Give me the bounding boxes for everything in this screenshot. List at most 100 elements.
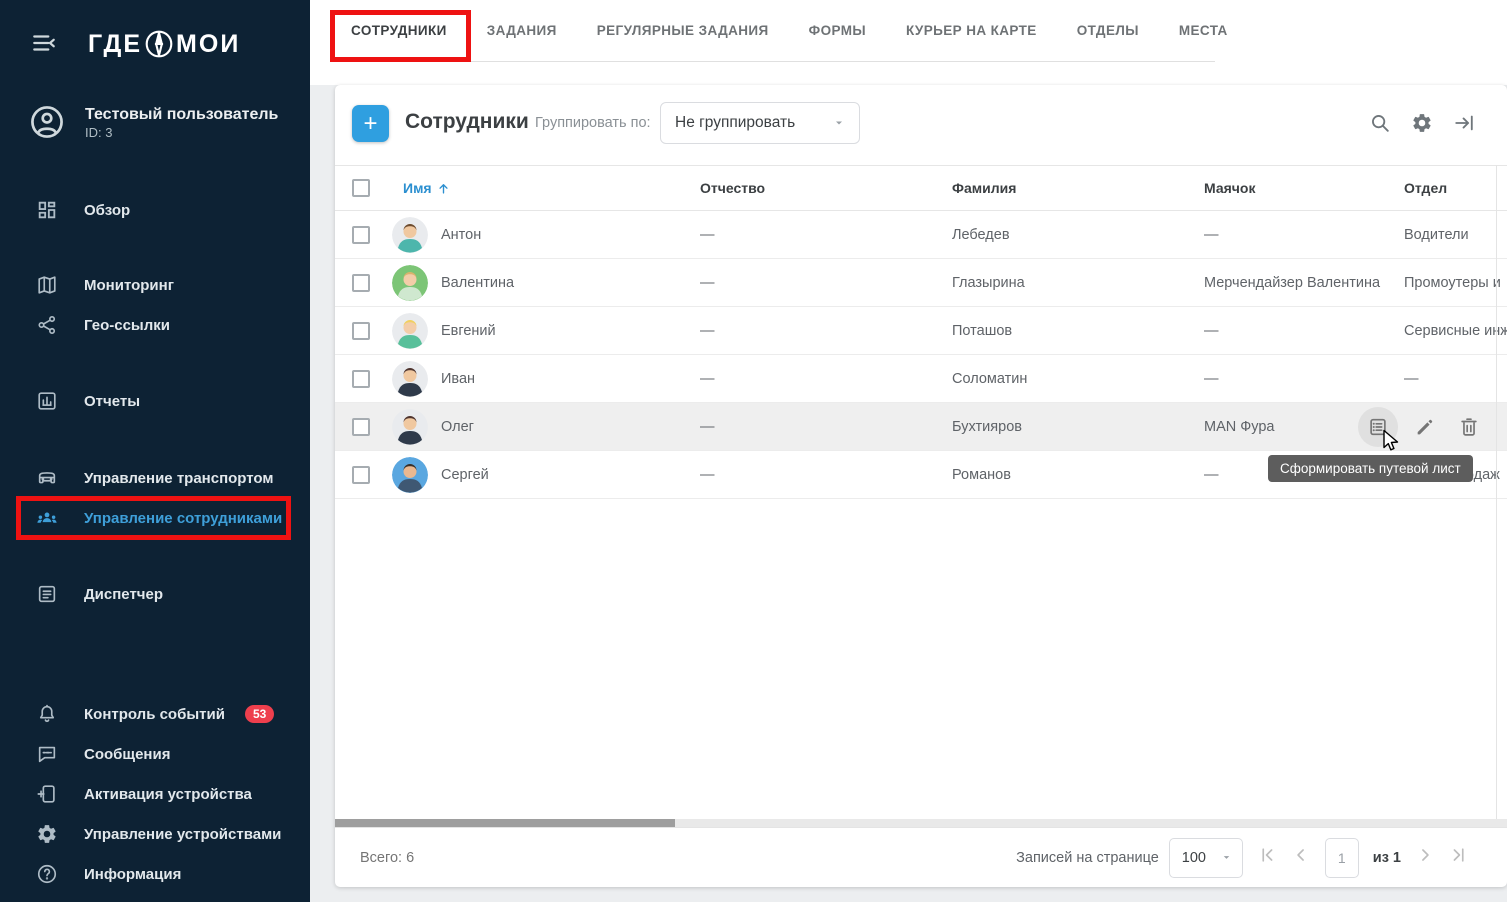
sidebar-item-icon — [36, 274, 58, 296]
sidebar-item[interactable]: Отчеты — [0, 381, 310, 421]
add-employee-button[interactable]: + — [352, 105, 389, 142]
table-header: Имя Отчество Фамилия Маячок Отдел — [335, 165, 1507, 211]
collapse-panel-icon[interactable] — [1453, 112, 1475, 134]
employee-patronymic: — — [700, 371, 952, 387]
sidebar-item-label: Обзор — [84, 202, 130, 219]
scrollbar-thumb[interactable] — [335, 819, 675, 827]
sidebar-item-icon — [36, 390, 58, 412]
sidebar-item-icon — [36, 743, 58, 765]
search-icon[interactable] — [1369, 112, 1391, 134]
pinned-column-divider — [1496, 165, 1497, 820]
next-page-button[interactable] — [1415, 845, 1435, 870]
row-checkbox[interactable] — [352, 274, 370, 292]
user-block[interactable]: Тестовый пользователь ID: 3 — [28, 103, 278, 141]
edit-button[interactable] — [1414, 416, 1436, 438]
logo-text-left: ГДЕ — [88, 30, 142, 59]
employee-avatar — [392, 265, 428, 301]
brand-logo: ГДЕ МОИ — [88, 26, 240, 62]
previous-page-button[interactable] — [1291, 845, 1311, 870]
table-row[interactable]: Иван — Соломатин — — — [335, 355, 1507, 403]
sidebar-item[interactable]: Сообщения — [0, 734, 310, 774]
sidebar-item-label: Сообщения — [84, 746, 170, 763]
sidebar-item[interactable]: Информация — [0, 854, 310, 894]
sidebar-item[interactable]: Мониторинг — [0, 265, 310, 305]
menu-collapse-icon[interactable] — [31, 30, 57, 56]
sort-ascending-icon — [436, 181, 451, 196]
page-of-label: из 1 — [1373, 850, 1401, 866]
employee-patronymic: — — [700, 227, 952, 243]
group-by-select[interactable]: Не группировать — [660, 102, 860, 144]
chevron-down-icon — [1221, 852, 1232, 863]
tab[interactable]: СОТРУДНИКИ — [351, 23, 447, 38]
tab[interactable]: ЗАДАНИЯ — [487, 23, 557, 38]
table-row[interactable]: Евгений — Поташов — Сервисные инж — [335, 307, 1507, 355]
employee-department: Промоутеры и — [1404, 275, 1507, 291]
total-count: Всего: 6 — [360, 828, 414, 887]
user-id: ID: 3 — [85, 125, 278, 140]
row-checkbox[interactable] — [352, 466, 370, 484]
tab[interactable]: РЕГУЛЯРНЫЕ ЗАДАНИЯ — [597, 23, 769, 38]
sidebar-item[interactable]: Управление сотрудниками — [0, 498, 310, 538]
tab[interactable]: МЕСТА — [1179, 23, 1228, 38]
sidebar-item[interactable]: Гео-ссылки — [0, 305, 310, 345]
employee-avatar — [392, 217, 428, 253]
delete-button[interactable] — [1458, 416, 1480, 438]
card-header-icons — [1369, 112, 1475, 134]
row-checkbox[interactable] — [352, 370, 370, 388]
column-header-beacon[interactable]: Маячок — [1204, 180, 1404, 196]
sidebar-item[interactable]: Управление транспортом — [0, 458, 310, 498]
sidebar-item[interactable]: Контроль событий 53 — [0, 694, 310, 734]
employee-surname: Лебедев — [952, 227, 1204, 243]
select-all-checkbox[interactable] — [352, 179, 370, 197]
employee-beacon: — — [1204, 371, 1404, 387]
per-page-select[interactable]: 100 — [1169, 838, 1243, 878]
employee-surname: Глазырина — [952, 275, 1204, 291]
employee-avatar — [392, 313, 428, 349]
waybill-tooltip: Сформировать путевой лист — [1268, 455, 1473, 482]
employee-patronymic: — — [700, 323, 952, 339]
horizontal-scrollbar[interactable] — [335, 819, 1507, 827]
column-header-patronymic[interactable]: Отчество — [700, 180, 952, 196]
compass-icon — [141, 26, 177, 62]
sidebar-item-label: Управление устройствами — [84, 826, 281, 843]
sidebar-item[interactable]: Активация устройства — [0, 774, 310, 814]
employee-department: Водители — [1404, 227, 1507, 243]
sidebar-item-icon — [36, 199, 58, 221]
tab[interactable]: ОТДЕЛЫ — [1077, 23, 1139, 38]
sidebar-item-label: Мониторинг — [84, 277, 174, 294]
sidebar-item[interactable]: Управление устройствами — [0, 814, 310, 854]
settings-icon[interactable] — [1411, 112, 1433, 134]
first-page-button[interactable] — [1257, 845, 1277, 870]
table-row[interactable]: Валентина — Глазырина Мерчендайзер Вален… — [335, 259, 1507, 307]
column-header-name[interactable]: Имя — [392, 180, 700, 196]
table-footer: Всего: 6 Записей на странице 100 1 из 1 — [335, 827, 1507, 887]
column-header-department[interactable]: Отдел — [1404, 180, 1507, 196]
row-checkbox[interactable] — [352, 418, 370, 436]
employee-beacon: — — [1204, 227, 1404, 243]
user-name: Тестовый пользователь — [85, 104, 278, 126]
sidebar-item[interactable]: Обзор — [0, 190, 310, 230]
group-by-label: Группировать по: — [535, 115, 651, 131]
pagination: Записей на странице 100 1 из 1 — [1016, 828, 1469, 887]
table-row[interactable]: Антон — Лебедев — Водители — [335, 211, 1507, 259]
last-page-button[interactable] — [1449, 845, 1469, 870]
employee-department: — — [1404, 371, 1507, 387]
page-number-input[interactable]: 1 — [1325, 838, 1359, 878]
row-checkbox[interactable] — [352, 322, 370, 340]
employee-avatar — [392, 361, 428, 397]
sidebar-item-icon — [36, 583, 58, 605]
sidebar-item-icon — [36, 467, 58, 489]
pencil-icon — [1414, 416, 1436, 438]
employee-surname: Соломатин — [952, 371, 1204, 387]
tab[interactable]: ФОРМЫ — [809, 23, 866, 38]
column-header-surname[interactable]: Фамилия — [952, 180, 1204, 196]
sidebar-item-icon — [36, 823, 58, 845]
per-page-label: Записей на странице — [1016, 850, 1159, 866]
table-row[interactable]: Олег — Бухтияров MAN Фура — [335, 403, 1507, 451]
tab[interactable]: КУРЬЕР НА КАРТЕ — [906, 23, 1037, 38]
employee-patronymic: — — [700, 275, 952, 291]
row-checkbox[interactable] — [352, 226, 370, 244]
sidebar-item-label: Гео-ссылки — [84, 317, 170, 334]
sidebar-item-icon — [36, 863, 58, 885]
sidebar-item[interactable]: Диспетчер — [0, 574, 310, 614]
